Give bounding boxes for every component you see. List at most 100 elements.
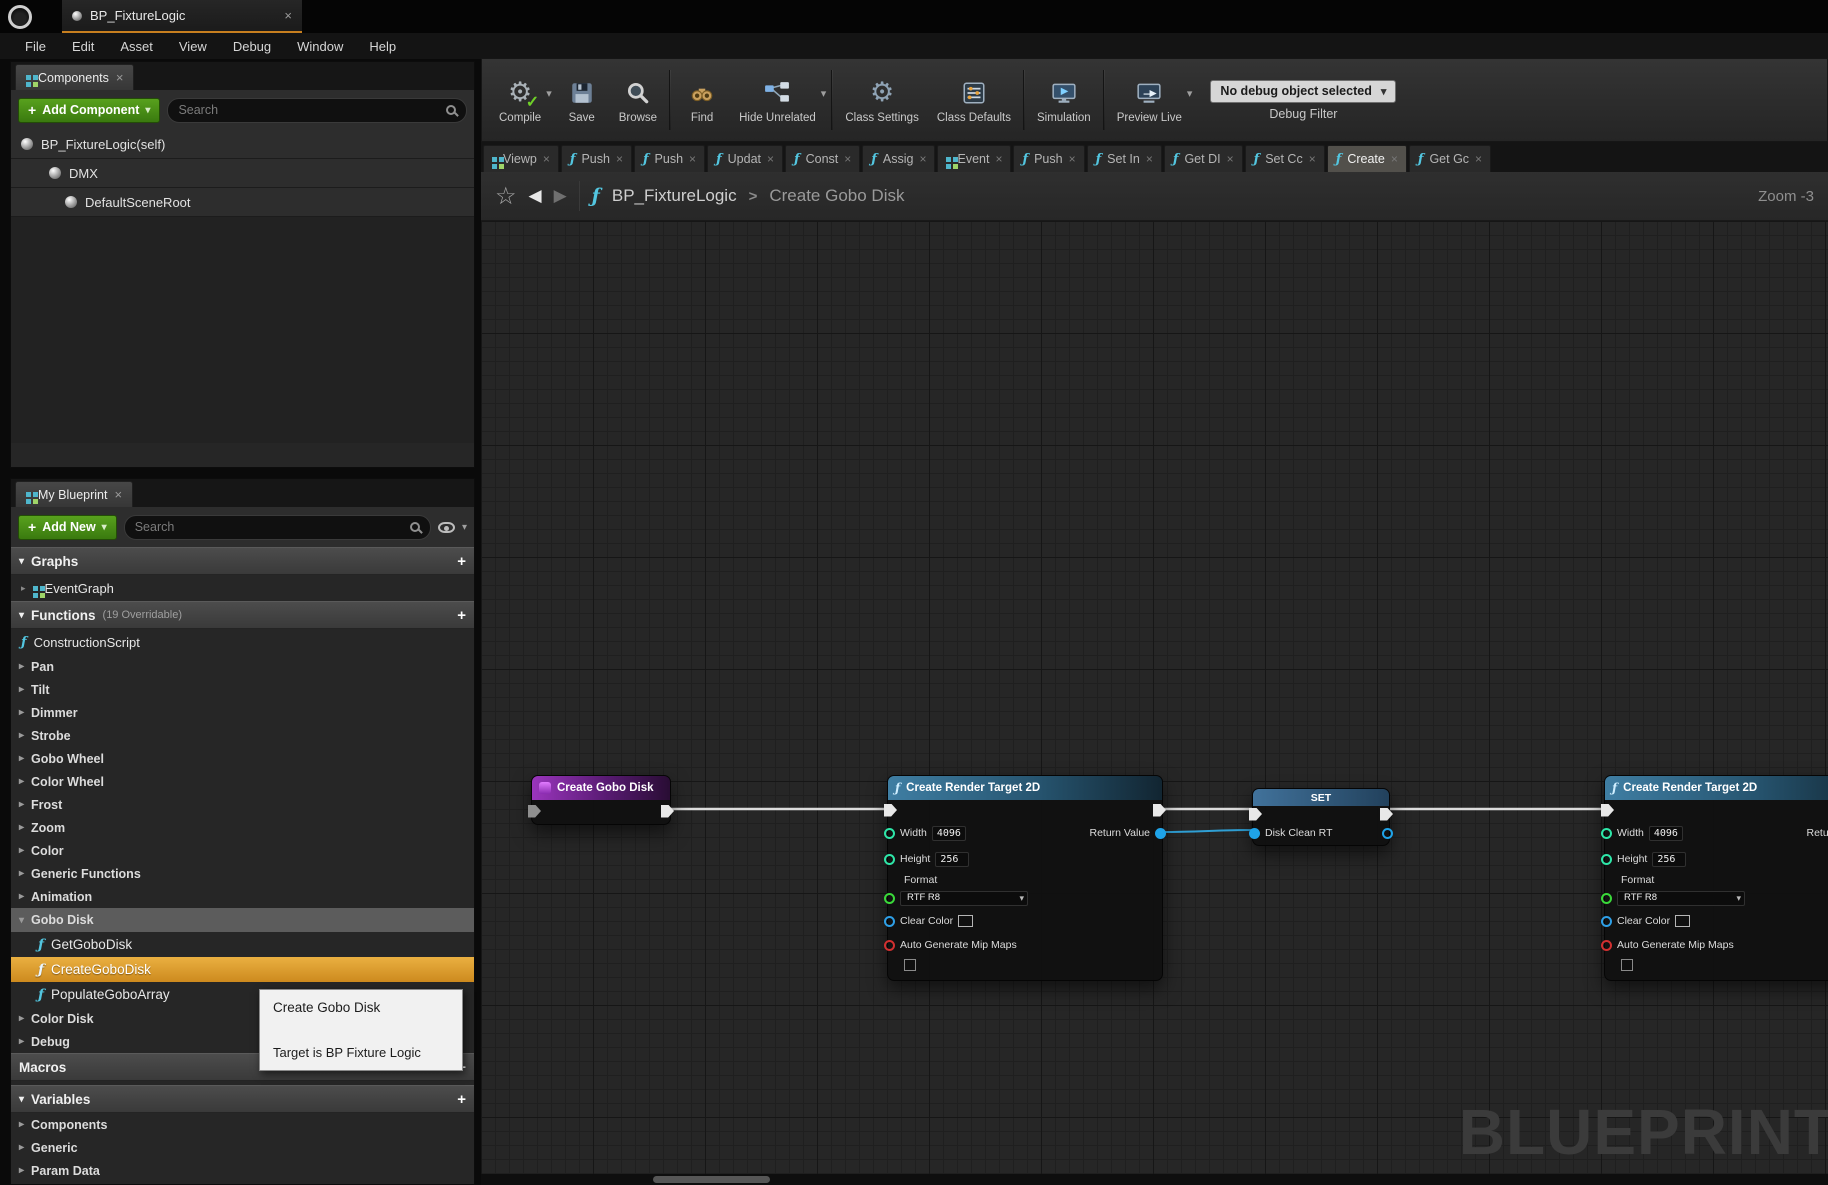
disk-clean-rt-pin[interactable] [1249,828,1260,839]
tab-construct[interactable]: Const [785,145,860,172]
expand-icon[interactable] [19,845,24,856]
hide-unrelated-button[interactable]: Hide Unrelated [730,73,825,128]
close-icon[interactable] [543,152,550,166]
category-generic[interactable]: Generic [11,1136,474,1159]
node-create-gobo-disk-entry[interactable]: Create Gobo Disk [531,775,671,825]
close-icon[interactable] [995,152,1002,166]
close-icon[interactable] [919,152,926,166]
close-icon[interactable] [1391,152,1398,166]
tab-set-in[interactable]: Set In [1087,145,1162,172]
class-defaults-button[interactable]: Class Defaults [928,73,1020,128]
category-tilt[interactable]: Tilt [11,678,474,701]
add-function-icon[interactable] [457,607,466,624]
compile-button[interactable]: Compile [490,73,550,128]
expand-icon[interactable] [19,753,24,764]
tab-update[interactable]: Updat [707,145,783,172]
expand-icon[interactable] [19,822,24,833]
asset-tab-bp-fixturelogic[interactable]: BP_FixtureLogic [62,0,302,33]
tab-assign[interactable]: Assig [862,145,935,172]
breadcrumb-root[interactable]: BP_FixtureLogic [612,186,737,206]
unreal-logo-icon[interactable] [8,5,32,29]
close-icon[interactable] [1146,152,1153,166]
breadcrumb-current[interactable]: Create Gobo Disk [769,186,904,206]
node-set-disk-clean-rt[interactable]: SET Disk Clean RT [1252,788,1390,846]
menu-asset[interactable]: Asset [107,39,166,54]
expand-icon[interactable] [19,1094,24,1105]
close-icon[interactable] [1475,152,1482,166]
tab-get-di[interactable]: Get DI [1164,145,1243,172]
components-tab[interactable]: Components [15,64,134,90]
mipmaps-pin[interactable] [1601,940,1612,951]
chevron-down-icon[interactable] [462,522,467,533]
exec-in-pin[interactable] [1601,804,1614,817]
expand-icon[interactable] [19,1142,24,1153]
format-pin[interactable] [1601,893,1612,904]
tab-event[interactable]: Event [937,145,1011,172]
return-value-pin[interactable] [1155,828,1166,839]
graph-canvas[interactable]: Create Gobo Disk Create Render Target 2D… [481,221,1828,1185]
row-eventgraph[interactable]: EventGraph [11,575,474,601]
favorite-star-icon[interactable] [495,182,517,211]
close-icon[interactable] [1069,152,1076,166]
exec-out-pin[interactable] [661,805,674,818]
color-swatch[interactable] [958,915,973,927]
height-pin[interactable] [1601,854,1612,865]
find-button[interactable]: Find [674,73,730,128]
width-input[interactable]: 4096 [1649,826,1683,841]
my-blueprint-search-input[interactable] [135,520,404,534]
tree-item-defaultsceneroot[interactable]: DefaultSceneRoot [11,188,474,217]
clear-color-pin[interactable] [1601,916,1612,927]
expand-icon[interactable] [19,684,24,695]
width-pin[interactable] [1601,828,1612,839]
expand-icon[interactable] [19,610,24,621]
exec-out-pin[interactable] [1380,808,1393,821]
expand-icon[interactable] [19,1036,24,1047]
menu-window[interactable]: Window [284,39,356,54]
tab-push[interactable]: Push [561,145,632,172]
menu-help[interactable]: Help [356,39,409,54]
exec-in-pin[interactable] [1249,808,1262,821]
category-dimmer[interactable]: Dimmer [11,701,474,724]
category-color[interactable]: Color [11,839,474,862]
expand-icon[interactable] [21,583,26,594]
section-graphs[interactable]: Graphs [11,547,474,575]
tab-set-co[interactable]: Set Cc [1245,145,1325,172]
tab-push-2[interactable]: Push [634,145,705,172]
category-zoom[interactable]: Zoom [11,816,474,839]
forward-icon[interactable] [554,186,567,206]
height-input[interactable]: 256 [935,852,969,867]
menu-file[interactable]: File [12,39,59,54]
expand-icon[interactable] [19,556,24,567]
add-graph-icon[interactable] [457,553,466,570]
back-icon[interactable] [529,186,542,206]
height-pin[interactable] [884,854,895,865]
category-param-data[interactable]: Param Data [11,1159,474,1182]
simulation-button[interactable]: Simulation [1028,73,1100,128]
tab-viewport[interactable]: Viewp [483,145,559,172]
menu-edit[interactable]: Edit [59,39,107,54]
save-button[interactable]: Save [554,73,610,128]
mipmaps-checkbox[interactable] [1621,959,1633,971]
mipmaps-pin[interactable] [884,940,895,951]
node-create-render-target-2d[interactable]: Create Render Target 2D Width 4096 Retur… [887,775,1163,981]
tab-create[interactable]: Create [1327,145,1407,172]
category-pan[interactable]: Pan [11,655,474,678]
color-swatch[interactable] [1675,915,1690,927]
add-variable-icon[interactable] [457,1091,466,1108]
row-constructionscript[interactable]: ConstructionScript [11,629,474,655]
close-icon[interactable] [844,152,851,166]
category-color-wheel[interactable]: Color Wheel [11,770,474,793]
expand-icon[interactable] [19,891,24,902]
tab-push-3[interactable]: Push [1013,145,1084,172]
category-animation[interactable]: Animation [11,885,474,908]
close-icon[interactable] [116,70,124,85]
my-blueprint-tab[interactable]: My Blueprint [15,481,133,507]
format-dropdown[interactable]: RTF R8 [900,891,1028,906]
category-strobe[interactable]: Strobe [11,724,474,747]
hide-unrelated-options-icon[interactable] [821,87,827,100]
debug-object-select[interactable]: No debug object selected [1210,80,1396,103]
expand-icon[interactable] [19,730,24,741]
browse-button[interactable]: Browse [610,73,666,128]
compile-options-icon[interactable] [546,87,552,100]
function-getgobodisk[interactable]: GetGoboDisk [11,932,474,957]
